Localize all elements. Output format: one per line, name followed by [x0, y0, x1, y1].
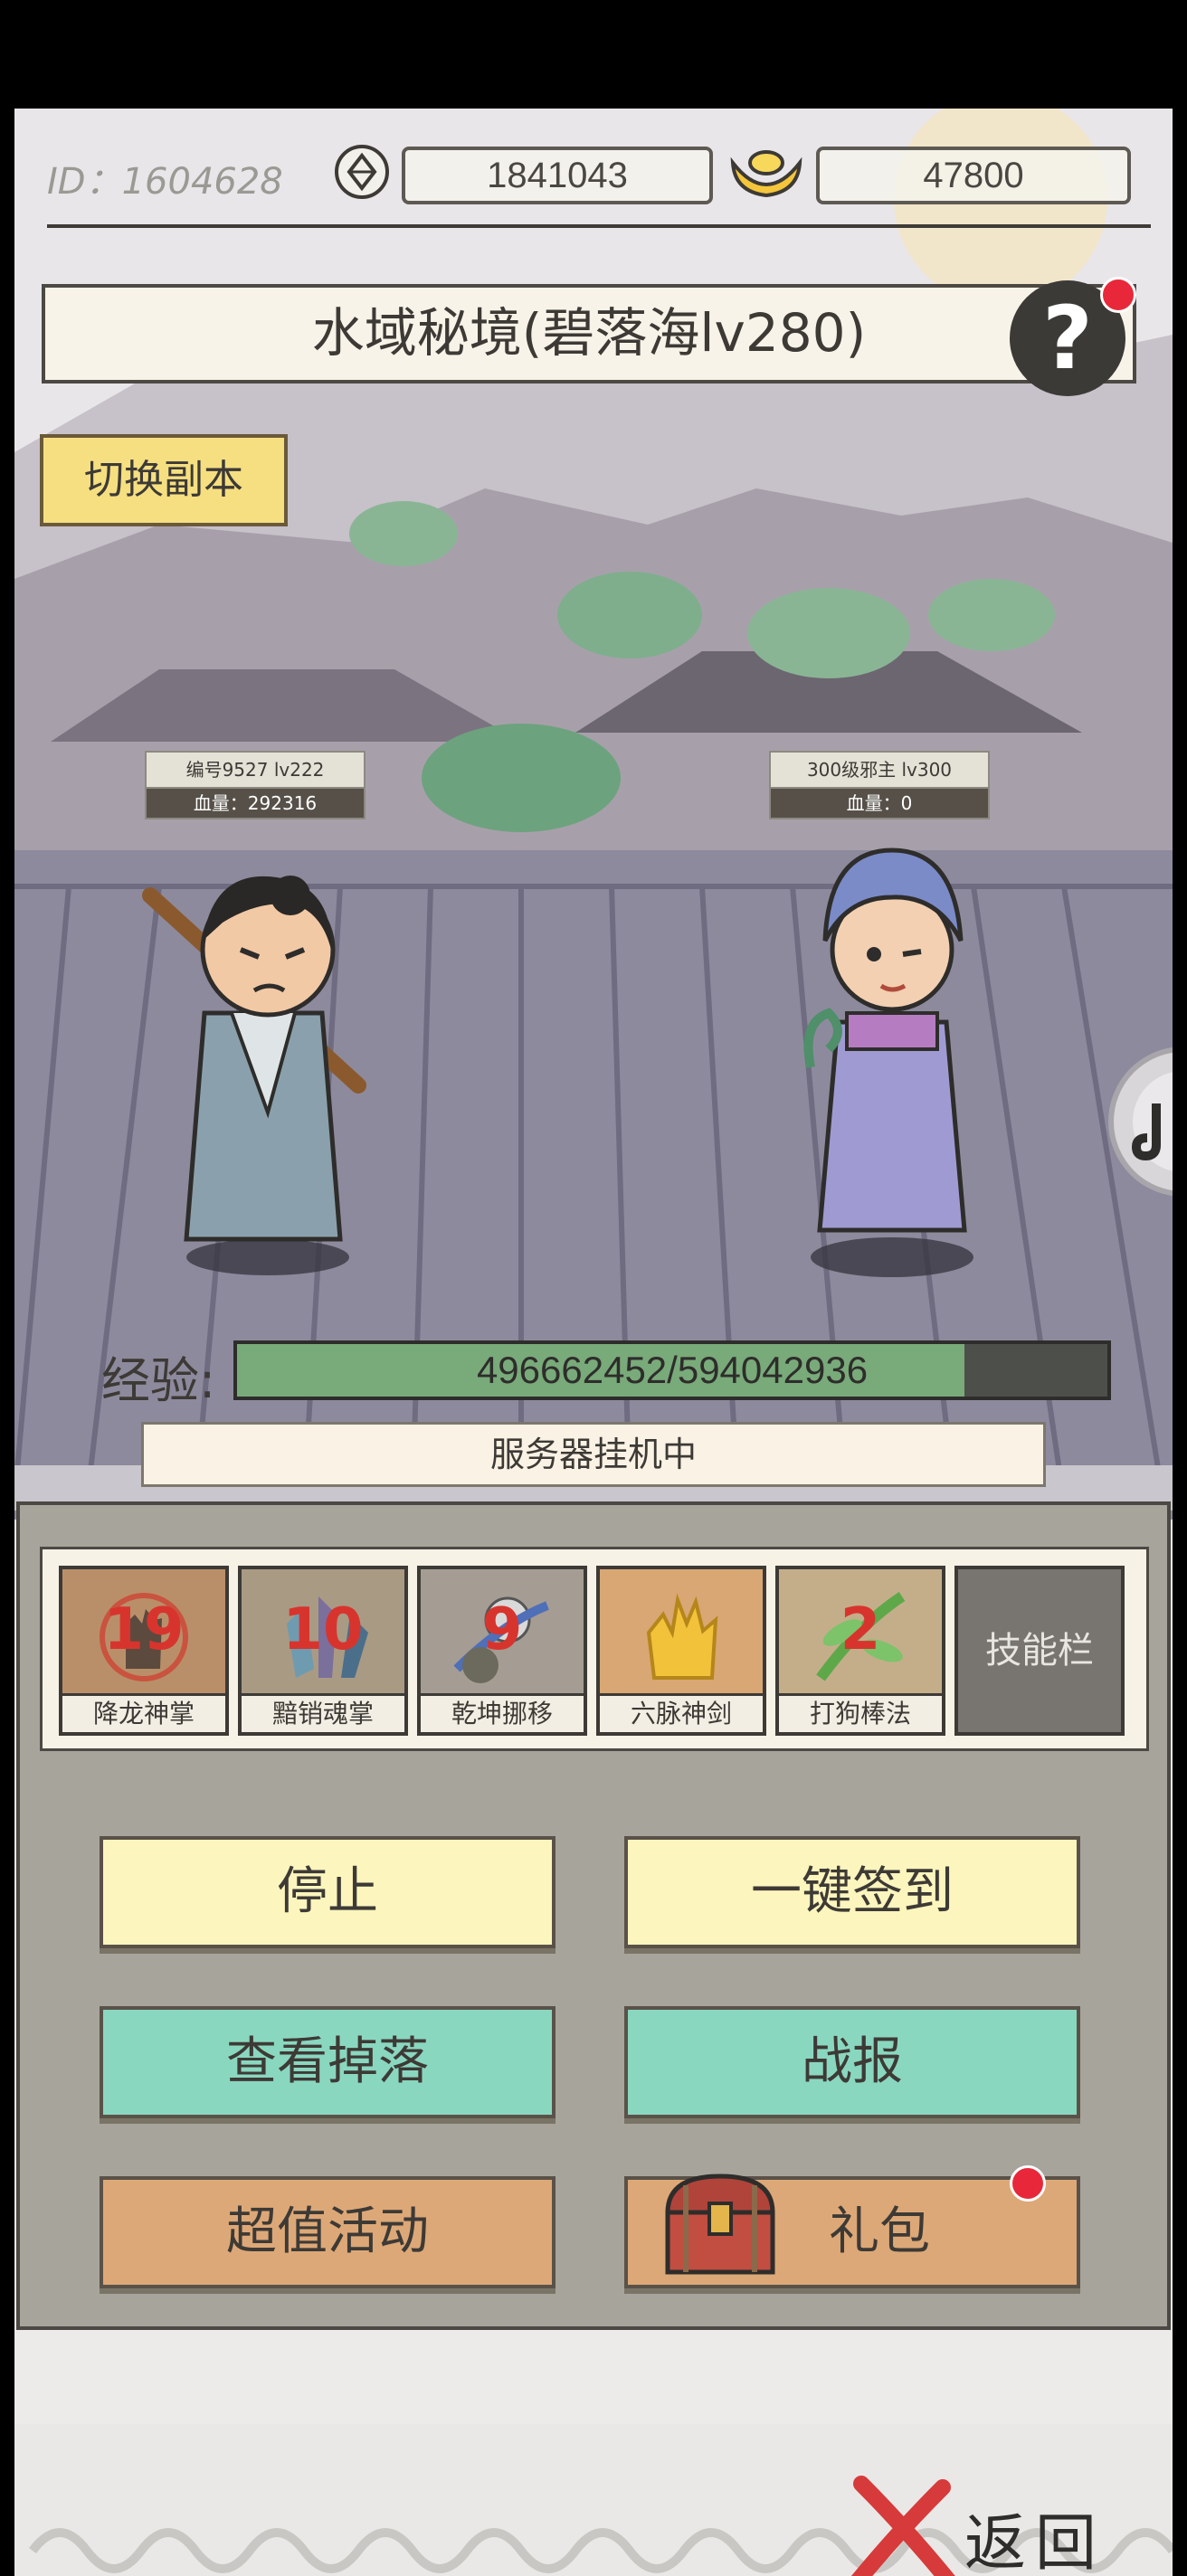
skill-level: 19 — [103, 1596, 185, 1663]
skill-name: 六脉神剑 — [600, 1693, 763, 1732]
skill-bar: 19 降龙神掌 10 黯销魂掌 9 乾坤挪移 六脉神剑 2 打狗棒法 技能栏 — [40, 1547, 1149, 1751]
skill-level: 9 — [481, 1596, 523, 1663]
player-nameplate: 编号9527 lv222 血量：292316 — [145, 751, 366, 819]
battle-report-button[interactable]: 战报 — [624, 2006, 1080, 2118]
enemy-character — [803, 848, 973, 1277]
floating-share-icon[interactable] — [1107, 1046, 1173, 1198]
notification-dot — [1010, 2165, 1046, 2202]
gold-amount: 47800 — [816, 147, 1131, 204]
back-button[interactable]: 返回 — [964, 2493, 1106, 2576]
player-character — [142, 876, 366, 1275]
idle-status: 服务器挂机中 — [141, 1422, 1046, 1487]
close-x-icon[interactable] — [843, 2475, 963, 2576]
special-event-button[interactable]: 超值活动 — [100, 2176, 556, 2288]
gold-ingot-icon — [730, 150, 802, 198]
skill-slot-4[interactable]: 六脉神剑 — [596, 1566, 766, 1736]
skill-slot-1[interactable]: 19 降龙神掌 — [59, 1566, 229, 1736]
dungeon-title: 水域秘境(碧落海lv280) — [42, 284, 1136, 384]
switch-dungeon-button[interactable]: 切换副本 — [40, 434, 288, 526]
skill-slot-5[interactable]: 2 打狗棒法 — [775, 1566, 945, 1736]
skill-name: 降龙神掌 — [62, 1693, 225, 1732]
game-screen: ID：1604628 1841043 47800 水域秘境(碧落海lv280) … — [14, 109, 1173, 2576]
view-drops-button[interactable]: 查看掉落 — [100, 2006, 556, 2118]
treasure-chest-icon — [665, 2174, 775, 2275]
player-name: 编号9527 lv222 — [145, 751, 366, 789]
skill-level: 2 — [840, 1596, 881, 1663]
skill-slot-3[interactable]: 9 乾坤挪移 — [417, 1566, 587, 1736]
diamond-amount: 1841043 — [402, 147, 713, 204]
experience-value: 496662452/594042936 — [476, 1349, 869, 1391]
skill-name: 乾坤挪移 — [421, 1693, 584, 1732]
skill-slot-2[interactable]: 10 黯销魂掌 — [238, 1566, 408, 1736]
golden-hand-icon — [646, 1593, 718, 1680]
experience-label: 经验: — [101, 1352, 216, 1409]
skill-level: 10 — [282, 1596, 364, 1663]
enemy-name: 300级邪主 lv300 — [769, 751, 990, 789]
enemy-nameplate: 300级邪主 lv300 血量：0 — [769, 751, 990, 819]
one-click-checkin-button[interactable]: 一键签到 — [624, 1836, 1080, 1948]
skill-slot-label: 技能栏 — [985, 1630, 1094, 1672]
skill-name: 黯销魂掌 — [242, 1693, 404, 1732]
skill-slot-empty[interactable]: 技能栏 — [954, 1566, 1125, 1736]
control-panel: 19 降龙神掌 10 黯销魂掌 9 乾坤挪移 六脉神剑 2 打狗棒法 技能栏 停… — [16, 1501, 1171, 2330]
stop-button[interactable]: 停止 — [100, 1836, 556, 1948]
skill-name: 打狗棒法 — [779, 1693, 942, 1732]
experience-bar: 496662452/594042936 — [233, 1340, 1111, 1400]
diamond-currency-icon — [335, 145, 389, 199]
notification-dot — [1100, 277, 1136, 313]
resource-bar: ID：1604628 1841043 47800 — [14, 109, 1173, 235]
topbar-divider — [47, 224, 1151, 228]
player-id: ID：1604628 — [47, 161, 283, 203]
